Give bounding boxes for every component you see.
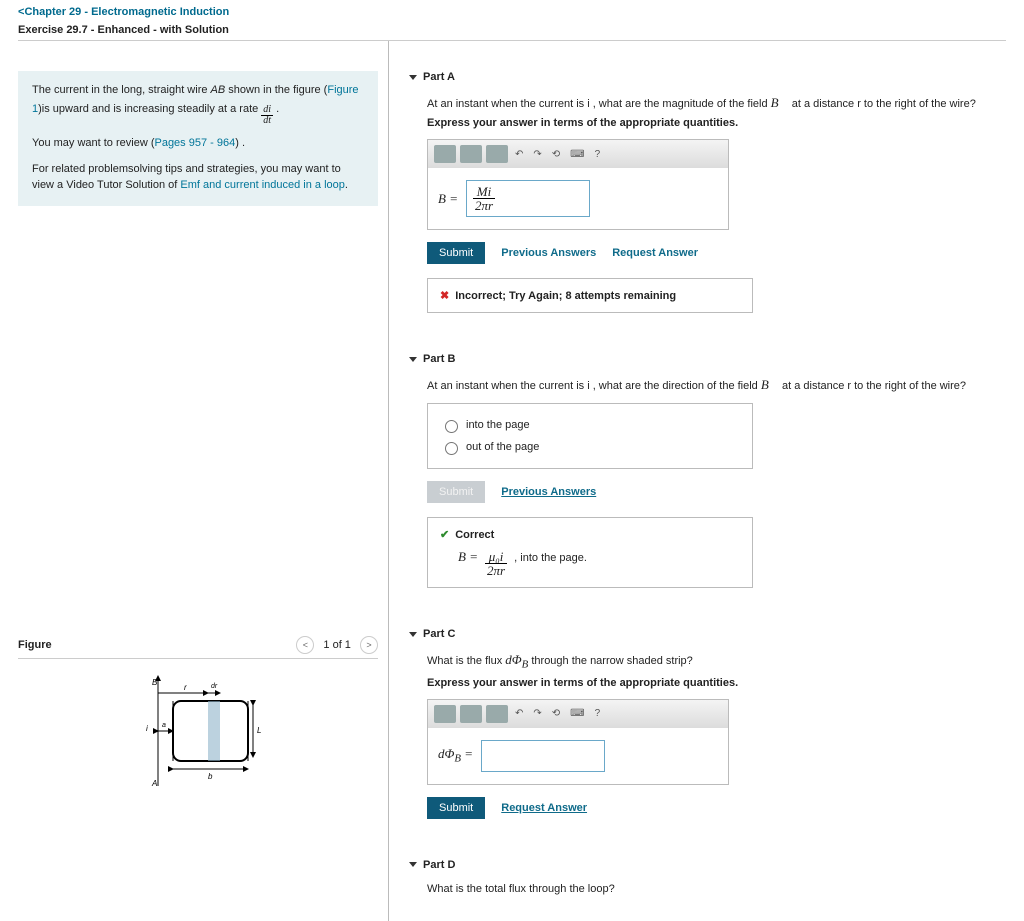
exercise-title: Exercise 29.7 - Enhanced - with Solution (18, 24, 1006, 36)
part-a-question: At an instant when the current is i , wh… (427, 95, 1004, 111)
check-icon: ✔ (440, 529, 449, 541)
figure-label: Figure (18, 639, 52, 651)
part-a-editor: ↶ ↷ ⟲ ⌨ ? B = Mi2πr (427, 139, 729, 230)
svg-text:L: L (257, 726, 261, 735)
part-a-answer-input[interactable]: Mi2πr (466, 180, 590, 217)
figure-diagram: A B i L r dr b a (18, 671, 378, 791)
svg-text:A: A (151, 779, 157, 788)
part-c-answer-input[interactable] (481, 740, 605, 772)
redo-icon[interactable]: ↷ (530, 708, 544, 719)
pages-link[interactable]: Pages 957 - 964 (154, 137, 235, 149)
figure-next-button[interactable]: > (360, 636, 378, 654)
chapter-link[interactable]: <Chapter 29 - Electromagnetic Induction (18, 6, 1006, 18)
part-c-request-answer-link[interactable]: Request Answer (501, 802, 587, 814)
svg-text:i: i (146, 724, 148, 733)
part-c-lhs: dΦB = (438, 746, 473, 765)
part-b-choices: into the page out of the page (427, 403, 753, 469)
part-d-question: What is the total flux through the loop? (427, 883, 1004, 895)
svg-text:dr: dr (211, 683, 218, 690)
x-icon: ✖ (440, 290, 449, 302)
problem-context: The current in the long, straight wire A… (18, 71, 378, 206)
part-d-header[interactable]: Part D (409, 859, 1004, 871)
part-a-header[interactable]: Part A (409, 71, 1004, 83)
reset-icon[interactable]: ⟲ (549, 708, 563, 719)
figure-prev-button[interactable]: < (296, 636, 314, 654)
figure-pager: 1 of 1 (317, 639, 357, 651)
chevron-down-icon (409, 632, 417, 637)
keyboard-icon[interactable]: ⌨ (567, 708, 587, 719)
part-c-instruction: Express your answer in terms of the appr… (427, 677, 1004, 689)
undo-icon[interactable]: ↶ (512, 708, 526, 719)
part-c-header[interactable]: Part C (409, 628, 1004, 640)
part-a-submit-button[interactable]: Submit (427, 242, 485, 264)
help-icon[interactable]: ? (592, 708, 604, 719)
keyboard-icon[interactable]: ⌨ (567, 149, 587, 160)
part-a-feedback: ✖Incorrect; Try Again; 8 attempts remain… (427, 278, 753, 313)
redo-icon[interactable]: ↷ (530, 149, 544, 160)
part-a-lhs: B = (438, 191, 458, 207)
part-c-question: What is the flux dΦB through the narrow … (427, 652, 1004, 671)
part-b-option-out[interactable]: out of the page (440, 436, 740, 458)
part-b-option-into[interactable]: into the page (440, 414, 740, 436)
editor-toolbar[interactable]: ↶ ↷ ⟲ ⌨ ? (428, 140, 728, 168)
part-b-submit-button: Submit (427, 481, 485, 503)
part-b-question: At an instant when the current is i , wh… (427, 377, 1004, 393)
part-c-submit-button[interactable]: Submit (427, 797, 485, 819)
reset-icon[interactable]: ⟲ (549, 149, 563, 160)
part-b-header[interactable]: Part B (409, 353, 1004, 365)
part-a-instruction: Express your answer in terms of the appr… (427, 117, 1004, 129)
chevron-down-icon (409, 75, 417, 80)
part-b-previous-answers-link[interactable]: Previous Answers (501, 486, 596, 498)
undo-icon[interactable]: ↶ (512, 149, 526, 160)
part-a-previous-answers-link[interactable]: Previous Answers (501, 247, 596, 259)
svg-text:b: b (208, 772, 213, 781)
part-b-feedback: ✔Correct B = μ₀i2πr , into the page. (427, 517, 753, 588)
svg-text:B: B (152, 678, 158, 687)
part-a-request-answer-link[interactable]: Request Answer (612, 247, 698, 259)
editor-toolbar[interactable]: ↶ ↷ ⟲ ⌨ ? (428, 700, 728, 728)
help-icon[interactable]: ? (592, 149, 604, 160)
chevron-down-icon (409, 862, 417, 867)
svg-text:a: a (162, 722, 166, 729)
part-c-editor: ↶ ↷ ⟲ ⌨ ? dΦB = (427, 699, 729, 785)
chevron-down-icon (409, 357, 417, 362)
video-tutor-link[interactable]: Emf and current induced in a loop (180, 179, 345, 191)
svg-text:r: r (184, 683, 187, 692)
